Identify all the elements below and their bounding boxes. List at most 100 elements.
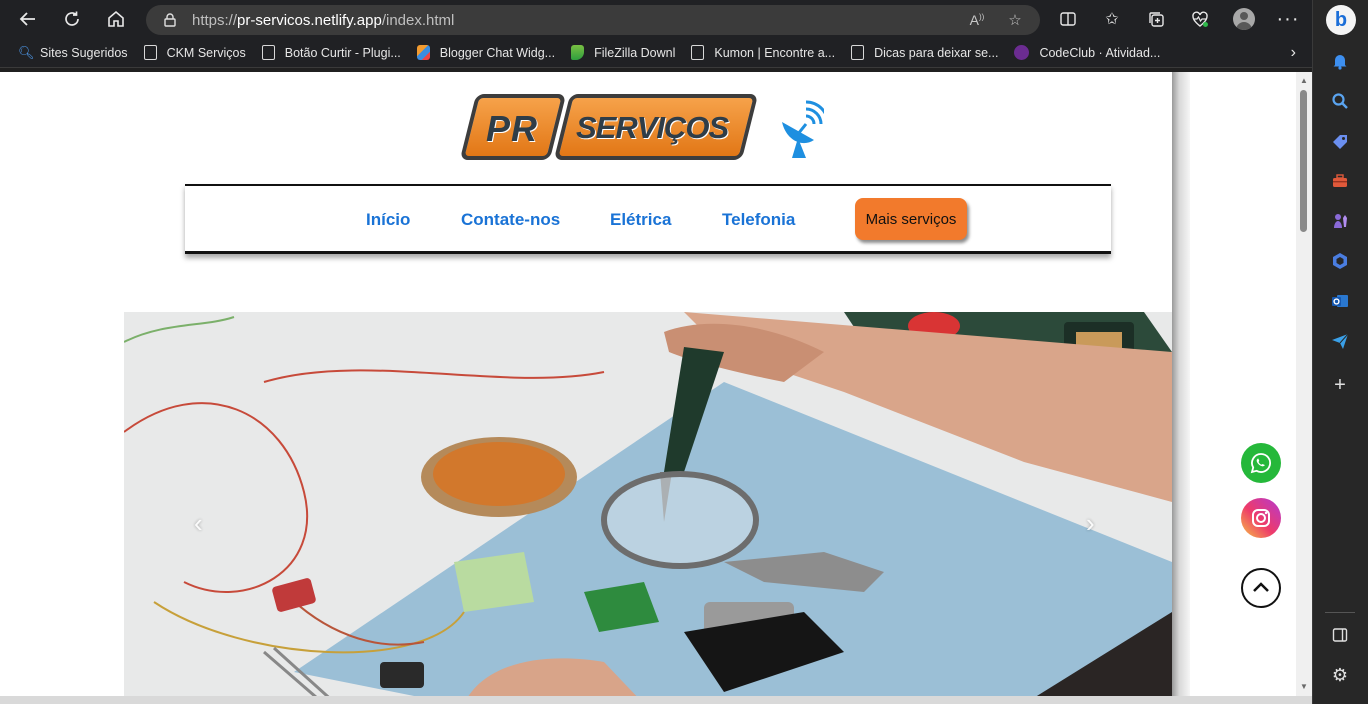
bookmark-label: Sites Sugeridos: [40, 45, 128, 60]
chevron-right-icon: ›: [1086, 508, 1095, 538]
more-dots-icon: ···: [1276, 7, 1300, 30]
add-sidebar-app-button[interactable]: +: [1329, 374, 1351, 396]
favorites-button[interactable]: ✩: [1098, 5, 1126, 33]
search-icon: [1332, 93, 1348, 109]
instagram-icon: [1252, 509, 1270, 527]
instagram-button[interactable]: [1241, 498, 1281, 538]
hero-carousel: ‹ ›: [124, 312, 1172, 704]
sidebar-panel-icon: [1332, 628, 1348, 642]
games-button[interactable]: [1329, 210, 1351, 232]
bookmark-ckm-servicos[interactable]: CKM Serviços: [143, 45, 246, 60]
profile-button[interactable]: [1230, 5, 1258, 33]
chess-piece-icon: [1334, 214, 1347, 228]
tools-button[interactable]: [1329, 170, 1351, 192]
back-to-top-button[interactable]: [1241, 568, 1281, 608]
page-scrollbar[interactable]: ▲ ▼: [1296, 72, 1312, 696]
favorite-button[interactable]: ☆: [1004, 9, 1026, 31]
url-prefix: https://: [192, 11, 238, 29]
plus-icon: +: [1334, 373, 1346, 396]
outlook-button[interactable]: [1329, 290, 1351, 312]
container-shadow: [1172, 72, 1190, 704]
drop-button[interactable]: [1329, 330, 1351, 352]
refresh-icon: [65, 11, 79, 26]
address-bar-actions: A)) ☆: [966, 9, 1026, 31]
collections-icon: [1149, 12, 1164, 27]
home-icon: [108, 10, 124, 27]
back-arrow-icon: [19, 12, 35, 26]
bookmark-botao-curtir[interactable]: Botão Curtir - Plugi...: [261, 45, 401, 60]
toolbox-icon: [1333, 174, 1347, 187]
logo-pr-text: PR: [486, 108, 539, 149]
bookmark-dicas[interactable]: Dicas para deixar se...: [851, 45, 998, 60]
microsoft-365-button[interactable]: [1329, 250, 1351, 272]
carousel-next-button[interactable]: ›: [1086, 508, 1095, 539]
bookmark-label: CodeClub · Atividad...: [1039, 45, 1161, 60]
hide-sidebar-button[interactable]: [1329, 624, 1351, 646]
nav-link-contate-nos[interactable]: Contate-nos: [461, 210, 560, 230]
gear-icon: ⚙: [1331, 664, 1349, 685]
whatsapp-icon: [1250, 453, 1271, 474]
bookmark-filezilla[interactable]: FileZilla Downl: [571, 45, 675, 60]
bookmarks-overflow-button[interactable]: ›: [1291, 44, 1296, 62]
read-aloud-button[interactable]: A)): [966, 9, 988, 31]
heart-pulse-icon: [1192, 11, 1208, 27]
bookmark-sites-sugeridos[interactable]: 🔍︎ Sites Sugeridos: [18, 45, 128, 60]
bookmarks-bar: 🔍︎ Sites Sugeridos CKM Serviços Botão Cu…: [0, 38, 1312, 68]
navigation-buttons: [14, 5, 130, 33]
bell-icon: [1333, 55, 1347, 70]
bookmark-kumon[interactable]: Kumon | Encontre a...: [691, 45, 835, 60]
bookmark-label: FileZilla Downl: [594, 45, 676, 60]
refresh-button[interactable]: [58, 5, 86, 33]
lock-icon: [164, 13, 176, 27]
browser-essentials-button[interactable]: [1186, 5, 1214, 33]
settings-menu-button[interactable]: ···: [1274, 5, 1302, 33]
page-icon: [691, 45, 705, 60]
url-text: https://pr-servicos.netlify.app/index.ht…: [192, 12, 454, 29]
bookmark-codeclub[interactable]: CodeClub · Atividad...: [1014, 45, 1160, 60]
nav-link-telefonia[interactable]: Telefonia: [722, 210, 795, 230]
site-logo[interactable]: PR SERVIÇOS: [459, 90, 759, 164]
chevron-up-icon: [1253, 582, 1269, 592]
split-screen-button[interactable]: [1054, 5, 1082, 33]
filezilla-icon: [571, 45, 585, 60]
url-path: /index.html: [381, 11, 455, 29]
search-icon: 🔍︎: [18, 45, 35, 60]
scrollbar-thumb[interactable]: [1300, 90, 1307, 232]
address-bar[interactable]: https://pr-servicos.netlify.app/index.ht…: [146, 5, 1040, 35]
whatsapp-button[interactable]: [1241, 443, 1281, 483]
back-button[interactable]: [14, 5, 42, 33]
bookmark-label: Kumon | Encontre a...: [714, 45, 836, 60]
bookmark-label: Dicas para deixar se...: [874, 45, 999, 60]
browser-right-tools: ✩ ···: [1054, 5, 1302, 33]
sidebar-search-button[interactable]: [1329, 90, 1351, 112]
collections-button[interactable]: [1142, 5, 1170, 33]
carousel-prev-button[interactable]: ‹: [194, 508, 203, 539]
favorites-star-icon: ✩: [1105, 11, 1119, 28]
nav-link-inicio[interactable]: Início: [366, 210, 410, 230]
bookmark-label: CKM Serviços: [166, 45, 246, 60]
shopping-button[interactable]: [1329, 131, 1351, 153]
bookmark-label: Botão Curtir - Plugi...: [284, 45, 401, 60]
sidebar-divider: [1325, 612, 1355, 613]
mais-servicos-button[interactable]: Mais serviços: [855, 198, 967, 240]
codeclub-icon: [1014, 45, 1030, 60]
chevron-left-icon: ‹: [194, 508, 203, 538]
bing-icon: b: [1334, 8, 1348, 31]
satellite-dish-icon: [782, 100, 824, 158]
bookmark-label: Blogger Chat Widg...: [439, 45, 556, 60]
scroll-up-arrow-icon[interactable]: ▲: [1300, 76, 1308, 85]
scroll-down-arrow-icon[interactable]: ▼: [1300, 682, 1308, 691]
url-host: pr-servicos.netlify.app: [237, 11, 382, 29]
nav-link-eletrica[interactable]: Elétrica: [610, 210, 671, 230]
star-icon: ☆: [1008, 12, 1022, 29]
tag-icon: [1333, 135, 1347, 149]
page-icon: [851, 45, 865, 60]
home-button[interactable]: [102, 5, 130, 33]
sidebar-settings-button[interactable]: ⚙: [1329, 664, 1351, 686]
bing-copilot-button[interactable]: b: [1326, 5, 1356, 35]
page-viewport: PR SERVIÇOS Início Contate-nos Elétrica …: [0, 72, 1296, 704]
bookmark-blogger-chat[interactable]: Blogger Chat Widg...: [416, 45, 556, 60]
notifications-button[interactable]: [1329, 50, 1351, 72]
paper-plane-icon: [1332, 333, 1349, 349]
outlook-icon: [1332, 295, 1348, 307]
